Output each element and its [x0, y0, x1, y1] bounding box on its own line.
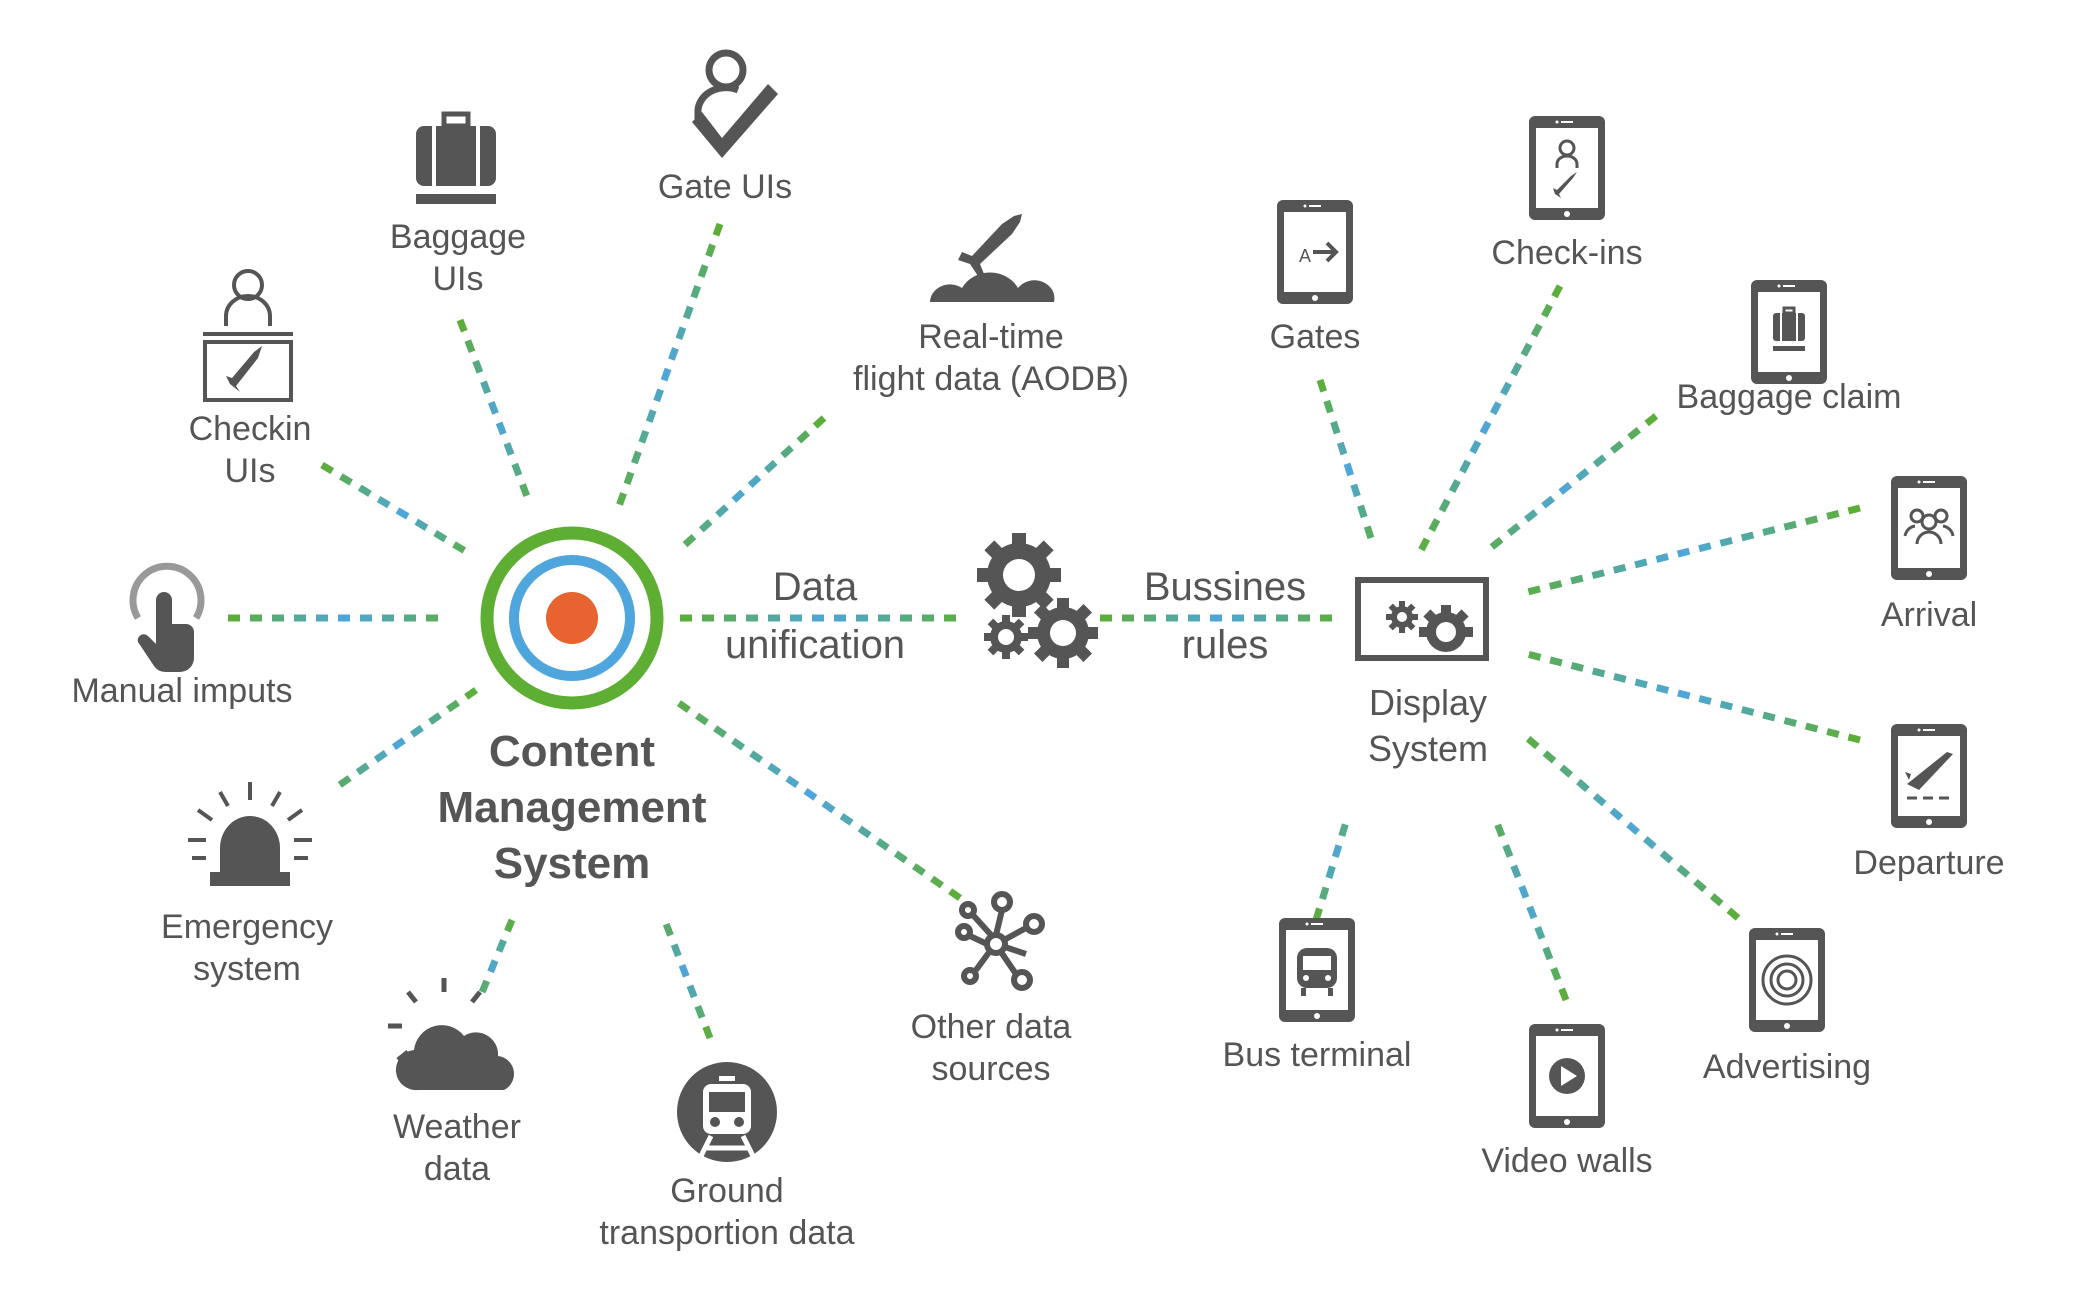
output-label-bagclaim: Baggage claim: [1676, 378, 1902, 416]
output-label-advertising: Advertising: [1702, 1048, 1872, 1086]
tablet-takeoff-icon: [1891, 724, 1967, 828]
train-icon: [677, 1062, 777, 1162]
tablet-person-plane-icon: [1529, 116, 1605, 220]
monitor-gears-icon: [1355, 577, 1489, 661]
source-label-manual: Manual imputs: [71, 672, 293, 710]
sun-cloud-icon: [388, 978, 514, 1091]
output-label-departure: Departure: [1853, 844, 2005, 882]
svg-text:A: A: [1299, 246, 1311, 266]
suitcase-icon: [416, 111, 496, 204]
data-unification-label: Data unification: [724, 565, 906, 667]
connector-flight: [682, 415, 827, 548]
connector-baggage: [456, 318, 531, 497]
output-label-checkins: Check-ins: [1491, 234, 1643, 272]
airplane-cloud-icon: [930, 214, 1055, 302]
connector-bagclaim: [1489, 413, 1659, 550]
output-label-bus: Bus terminal: [1222, 1036, 1412, 1074]
connector-weather: [478, 918, 516, 994]
gears-icon: [977, 533, 1098, 668]
tablet-gate-arrow-icon: A: [1277, 200, 1353, 304]
connector-departure: [1528, 651, 1861, 744]
tablet-target-icon: [1749, 928, 1825, 1032]
connector-gates: [1316, 378, 1375, 540]
source-label-flight: Real-time flight data (AODB): [853, 318, 1129, 398]
siren-icon: [188, 782, 312, 886]
connector-arrival: [1527, 504, 1861, 596]
display-system-label: Display System: [1367, 682, 1489, 769]
person-check-icon: [692, 49, 778, 158]
source-label-baggage: Baggage UIs: [389, 218, 527, 298]
network-nodes-icon: [955, 891, 1045, 991]
tablet-suitcase-icon: [1751, 280, 1827, 384]
source-label-weather: Weather data: [393, 1108, 521, 1188]
source-label-emergency: Emergency system: [161, 908, 333, 988]
connector-ground: [662, 922, 714, 1040]
source-label-checkin: Checkin UIs: [188, 410, 312, 490]
tablet-play-icon: [1529, 1024, 1605, 1128]
touch-hand-icon: [129, 562, 205, 673]
source-label-ground: Ground transportion data: [599, 1172, 855, 1252]
connector-checkin: [320, 462, 467, 554]
connector-bus: [1312, 823, 1349, 922]
diagram-canvas: A: [129, 49, 1967, 1162]
output-label-gates: Gates: [1269, 318, 1361, 356]
source-label-gate: Gate UIs: [657, 168, 793, 206]
target-icon: [480, 526, 664, 710]
connector-video: [1494, 823, 1570, 1002]
checkin-desk-icon: [203, 269, 293, 402]
business-rules-label: Bussines rules: [1143, 565, 1307, 667]
source-label-other: Other data sources: [910, 1008, 1072, 1088]
output-label-arrival: Arrival: [1880, 596, 1978, 634]
tablet-people-icon: [1891, 476, 1967, 580]
connector-checkins: [1418, 284, 1564, 552]
connector-advertising: [1525, 736, 1741, 921]
connector-other: [676, 700, 962, 901]
output-label-video: Video walls: [1481, 1142, 1653, 1180]
tablet-bus-icon: [1279, 918, 1355, 1022]
cms-label: Content Management System: [437, 727, 707, 888]
connector-gate: [616, 222, 724, 506]
